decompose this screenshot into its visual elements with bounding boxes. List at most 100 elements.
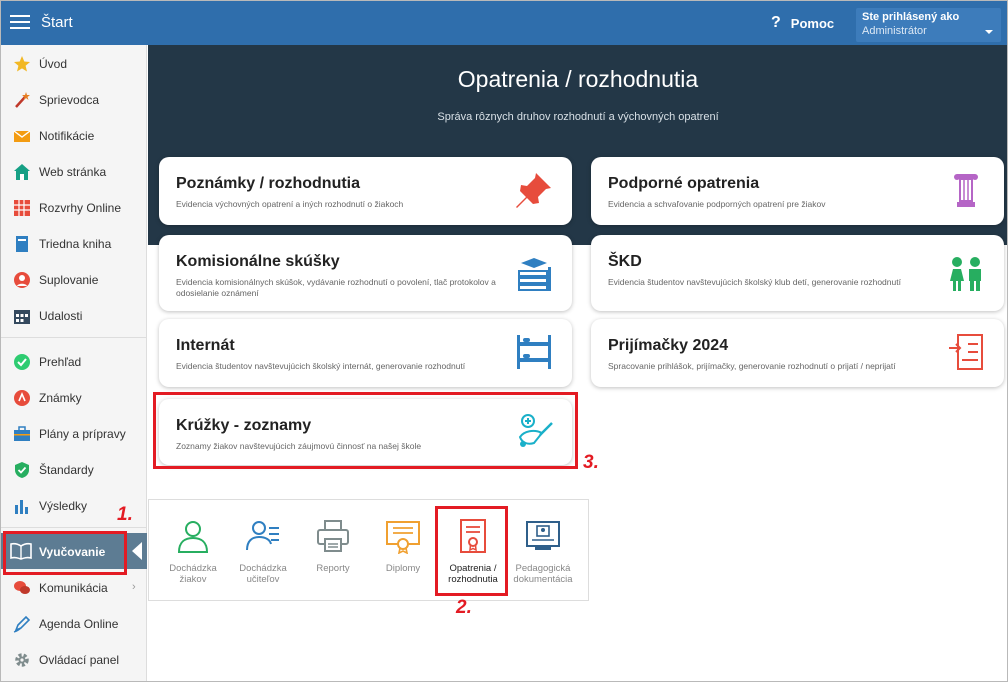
sidebar-item-label: Suplovanie [39,273,99,287]
book-icon [13,235,31,253]
annotation-box-2 [435,506,508,596]
pushpin-icon [516,173,551,208]
question-icon: ? [771,14,781,31]
help-button[interactable]: ? Pomoc [771,14,834,32]
app-window: Štart ? Pomoc Ste prihlásený ako Adminis… [0,0,1008,682]
top-title[interactable]: Štart [41,14,73,31]
sidebar-item-web-stranka[interactable]: Web stránka [1,153,147,189]
sidebar-item-triedna-kniha[interactable]: Triedna kniha [1,225,147,261]
card-description: Evidencia výchovných opatrení a iných ro… [176,199,404,209]
page-title: Opatrenia / rozhodnutia [457,66,699,92]
annotation-box-1 [3,531,127,575]
sidebar-item-label: Rozvrhy Online [39,201,122,215]
application-form-icon [949,334,983,370]
children-icon [950,257,981,291]
card-title: ŠKD [608,253,642,270]
magic-wand-icon [13,91,31,109]
sidebar-item-label: Prehľad [39,355,82,369]
card-prijimacky-2024[interactable]: Prijímačky 2024 Spracovanie prihlášok, p… [591,319,1004,387]
person-icon [13,271,31,289]
card-komisionalne-skusky[interactable]: Komisionálne skúšky Evidencia komisionál… [159,235,572,311]
card-poznamky-rozhodnutia[interactable]: Poznámky / rozhodnutia Evidencia výchovn… [159,157,572,225]
sidebar-item-standardy[interactable]: Štandardy [1,451,147,487]
submenu-diplomy[interactable]: Diplomy [369,518,437,598]
user-value: Administrátor [862,25,927,37]
user-dropdown[interactable]: Ste prihlásený ako Administrátor [856,8,1001,42]
submenu-label: Reporty [316,563,350,574]
card-title: Internát [176,337,235,354]
sidebar: Úvod Sprievodca Notifikácie Web stránka … [1,45,147,681]
sidebar-item-znamky[interactable]: Známky [1,379,147,415]
sidebar-item-label: Ovládací panel [39,653,120,667]
hamburger-menu-icon[interactable] [7,11,33,35]
sidebar-item-label: Udalosti [39,309,83,323]
annotation-box-3 [153,392,578,469]
sidebar-item-label: Notifikácie [39,129,95,143]
card-title: Poznámky / rozhodnutia [176,175,361,192]
annotation-number-2: 2. [456,597,472,618]
sidebar-item-label: Úvod [39,57,68,71]
sidebar-item-label: Štandardy [39,463,94,477]
grid-calendar-icon [13,199,31,217]
page-subtitle: Správa rôznych druhov rozhodnutí a výcho… [437,111,719,123]
shield-icon [13,461,31,479]
card-description: Evidencia študentov navštevujúcich škols… [176,361,466,371]
sidebar-item-sprievodca[interactable]: Sprievodca [1,81,147,117]
sidebar-item-label: Komunikácia [39,581,108,595]
sidebar-item-agenda-online[interactable]: Agenda Online [1,605,147,641]
submenu-label: Dochádzka učiteľov [239,563,287,585]
annotation-number-1: 1. [117,504,133,525]
sidebar-item-notifikacie[interactable]: Notifikácie [1,117,147,153]
briefcase-icon [13,425,31,443]
sidebar-item-suplovanie[interactable]: Suplovanie [1,261,147,297]
sidebar-item-uvod[interactable]: Úvod [1,45,147,81]
card-skd[interactable]: ŠKD Evidencia študentov navštevujúcich š… [591,235,1004,311]
submenu-label: Dochádzka žiakov [169,563,217,585]
submenu-label: Pedagogická dokumentácia [513,563,573,585]
card-title: Podporné opatrenia [608,175,760,192]
calendar-icon [13,307,31,325]
sidebar-item-label: Agenda Online [39,617,119,631]
sidebar-divider [1,337,147,338]
submenu-label: Diplomy [385,563,421,574]
grade-icon [13,389,31,407]
diploma-icon [386,521,420,554]
sidebar-item-label: Plány a prípravy [39,427,126,441]
card-description: Evidencia komisionálnych skúšok, vydávan… [176,277,496,298]
chevron-right-icon: › [132,581,136,593]
sidebar-item-label: Triedna kniha [39,237,112,251]
submenu-dochadzka-ziakov[interactable]: Dochádzka žiakov [159,518,227,598]
top-bar: Štart ? Pomoc Ste prihlásený ako Adminis… [1,1,1007,45]
bunk-bed-icon [517,335,551,369]
card-title: Komisionálne skúšky [176,253,340,270]
star-icon [13,55,31,73]
sidebar-divider [1,527,147,528]
submenu-dochadzka-ucitelov[interactable]: Dochádzka učiteľov [229,518,297,598]
bar-chart-icon [13,497,31,515]
submenu-pedagogicka-dokumentacia[interactable]: Pedagogická dokumentácia [509,518,577,598]
card-internat[interactable]: Internát Evidencia študentov navštevujúc… [159,319,572,387]
submenu-reporty[interactable]: Reporty [299,518,367,598]
house-icon [13,163,31,181]
sidebar-item-ovladaci-panel[interactable]: Ovládací panel [1,641,147,677]
student-attendance-icon [177,521,209,553]
annotation-number-3: 3. [583,452,599,473]
sidebar-item-plany-a-pripravy[interactable]: Plány a prípravy [1,415,147,451]
card-description: Evidencia a schvaľovanie podporných opat… [608,199,826,209]
envelope-icon [13,127,31,145]
card-podporne-opatrenia[interactable]: Podporné opatrenia Evidencia a schvaľova… [591,157,1004,225]
sidebar-item-udalosti[interactable]: Udalosti [1,297,147,333]
documentation-icon [526,521,560,550]
sidebar-item-prehlad[interactable]: Prehľad [1,343,147,379]
help-label: Pomoc [790,15,835,31]
pillar-icon [954,174,978,207]
teacher-attendance-icon [246,521,279,551]
active-indicator [132,542,142,560]
check-circle-icon [13,353,31,371]
user-label: Ste prihlásený ako [862,11,960,23]
sidebar-item-rozvrhy-online[interactable]: Rozvrhy Online [1,189,147,225]
card-description: Spracovanie prihlášok, prijímačky, gener… [608,361,896,371]
pen-icon [13,615,31,633]
gear-icon [13,651,31,669]
books-graduation-icon [518,258,551,291]
